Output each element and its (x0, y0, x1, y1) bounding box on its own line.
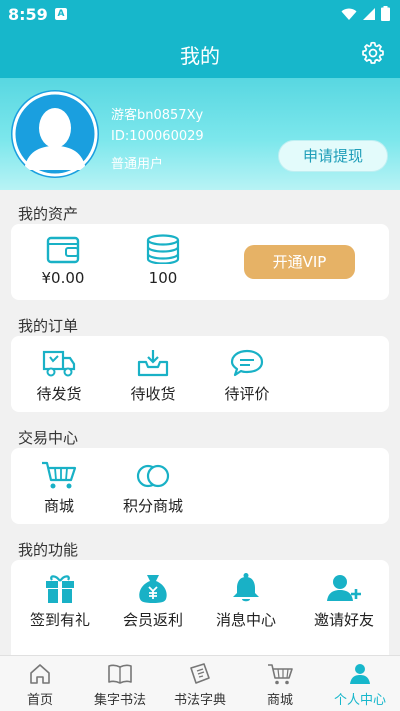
person-icon (350, 664, 370, 684)
order-item-label: 待评价 (224, 385, 270, 403)
points-item[interactable]: 100 (129, 234, 197, 287)
nav-collect-calligraphy[interactable]: 集字书法 (80, 662, 160, 708)
functions-card: 签到有礼 会员返利 消息中心 邀请好友 (11, 560, 389, 670)
dictionary-icon (190, 663, 210, 684)
bottom-nav: 首页 集字书法 书法字典 商城 个人中心 (0, 655, 400, 711)
user-id: ID:100060029 (111, 129, 204, 144)
nav-calligraphy-dictionary[interactable]: 书法字典 (160, 662, 240, 708)
function-item-label: 邀请好友 (313, 611, 374, 629)
money-bag-icon (139, 575, 167, 603)
page-title: 我的 (180, 44, 220, 68)
assets-section-title: 我的资产 (18, 205, 79, 223)
trade-item-label: 商城 (43, 497, 74, 515)
orders-card: 待发货 待收货 待评价 (11, 336, 389, 412)
trade-mall[interactable]: 商城 (25, 460, 93, 516)
book-icon (108, 664, 132, 684)
order-item-label: 待收货 (130, 385, 176, 403)
notification-icon: A (55, 8, 67, 20)
wallet-icon (46, 236, 80, 264)
user-silhouette-icon (12, 91, 98, 177)
app-header: 我的 (0, 28, 400, 78)
assets-card: ¥0.00 100 开通VIP (11, 224, 389, 300)
trade-item-label: 积分商城 (122, 497, 183, 515)
cart-icon (268, 664, 293, 685)
function-sign-in-gift[interactable]: 签到有礼 (25, 572, 95, 630)
inbox-download-icon (137, 350, 169, 377)
withdraw-button[interactable]: 申请提现 (278, 140, 388, 172)
coins-icon (136, 464, 170, 488)
bell-icon (233, 573, 259, 602)
function-member-rebate[interactable]: 会员返利 (118, 572, 188, 630)
trade-section-title: 交易中心 (18, 429, 79, 447)
gift-icon (46, 575, 74, 603)
function-message-center[interactable]: 消息中心 (211, 572, 281, 630)
nav-label: 集字书法 (93, 693, 146, 708)
shopping-cart-icon (42, 461, 77, 489)
gear-icon[interactable] (360, 40, 386, 66)
coins-stack-icon (146, 234, 180, 264)
function-item-label: 会员返利 (122, 611, 183, 629)
function-invite-friends[interactable]: 邀请好友 (305, 572, 383, 630)
user-nickname: 游客bn0857Xy (111, 108, 204, 123)
battery-icon (381, 6, 390, 21)
nav-label: 首页 (26, 693, 53, 708)
status-bar: 8:59 A (0, 0, 400, 28)
wifi-icon (341, 8, 357, 20)
trade-card: 商城 积分商城 (11, 448, 389, 524)
order-pending-shipment[interactable]: 待发货 (25, 348, 93, 404)
nav-label: 书法字典 (173, 693, 226, 708)
balance-item[interactable]: ¥0.00 (29, 234, 97, 287)
nav-home[interactable]: 首页 (0, 662, 80, 708)
open-vip-button[interactable]: 开通VIP (244, 245, 355, 279)
order-pending-review[interactable]: 待评价 (213, 348, 281, 404)
nav-label: 个人中心 (333, 693, 386, 708)
nav-mall[interactable]: 商城 (240, 662, 320, 708)
function-item-label: 签到有礼 (29, 611, 90, 629)
trade-points-mall[interactable]: 积分商城 (119, 460, 187, 516)
avatar[interactable] (11, 90, 99, 178)
user-level: 普通用户 (111, 157, 164, 172)
add-user-icon (327, 575, 361, 601)
nav-personal-center[interactable]: 个人中心 (320, 662, 400, 708)
order-item-label: 待发货 (36, 385, 82, 403)
orders-section-title: 我的订单 (18, 317, 79, 335)
functions-section-title: 我的功能 (18, 541, 79, 559)
order-pending-receipt[interactable]: 待收货 (119, 348, 187, 404)
points-value: 100 (148, 269, 178, 287)
balance-value: ¥0.00 (41, 269, 85, 287)
home-icon (30, 664, 50, 684)
comment-icon (230, 349, 264, 377)
profile-card: 游客bn0857Xy ID:100060029 普通用户 申请提现 (0, 78, 400, 190)
delivery-truck-icon (42, 350, 76, 377)
status-time: 8:59 (8, 5, 48, 24)
function-item-label: 消息中心 (215, 611, 276, 629)
signal-icon (363, 7, 375, 20)
status-indicators (341, 6, 390, 21)
nav-label: 商城 (266, 693, 293, 708)
